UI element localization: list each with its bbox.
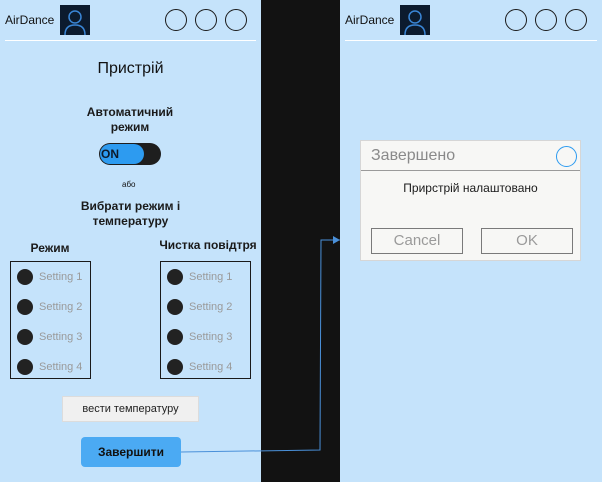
- flow-connector-arrow: [180, 236, 340, 453]
